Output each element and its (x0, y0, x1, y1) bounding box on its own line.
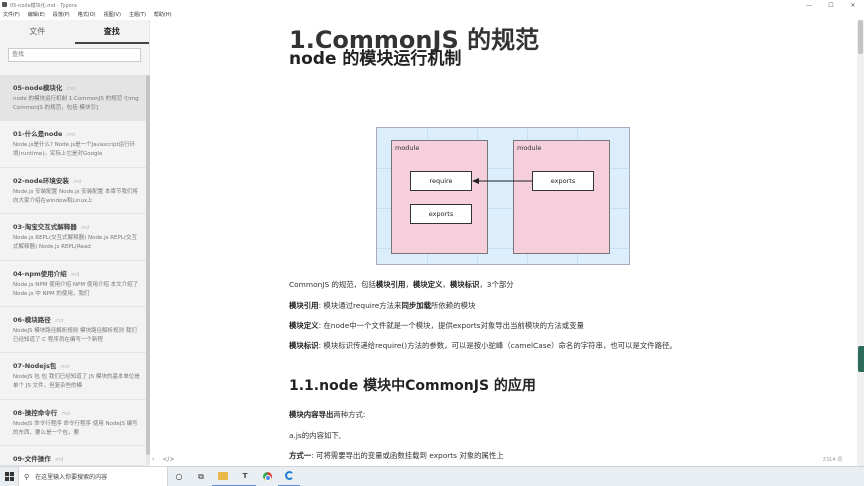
arrow-exports-to-require (472, 178, 532, 184)
menu-help[interactable]: 帮助(H) (151, 10, 172, 20)
paragraph-method-one: 方式一: 可将需要导出的变量或函数挂载到 exports 对象的属性上 (289, 451, 504, 460)
editor-area[interactable]: node 的模块运行机制 1.CommonJS 的规范 module modul… (151, 20, 856, 466)
cortana-icon[interactable]: ○ (168, 467, 190, 486)
menu-format[interactable]: 格式(O) (75, 10, 96, 20)
file-name: 03-淘宝交互式解释器 (13, 223, 77, 232)
sidebar-tabs: 文件 查找 (0, 20, 149, 44)
file-name: 01-什么是node (13, 130, 63, 139)
menu-edit[interactable]: 编辑(E) (25, 10, 45, 20)
file-name: 05-node模块化 (13, 84, 63, 92)
editor-scroll-thumb[interactable] (858, 20, 863, 54)
sidebar: 文件 查找 查找 05-node模块化 .md node 的模块运行机制 1.Co… (0, 20, 150, 467)
close-button[interactable]: ✕ (842, 0, 864, 10)
menu-theme[interactable]: 主题(T) (126, 10, 146, 20)
file-ext: .md (65, 132, 76, 139)
file-ext: .md (65, 86, 76, 92)
file-ext: .md (79, 225, 90, 232)
file-preview: node 的模块运行机制 1.CommonJS 的规范 ![img Common… (13, 96, 139, 111)
module-diagram: module module require exports exports (376, 127, 630, 265)
sidebar-scroll-thumb[interactable] (146, 75, 150, 455)
task-view-icon[interactable]: ⧉ (190, 467, 212, 486)
windows-start-icon[interactable] (0, 467, 18, 486)
typora-taskbar-icon[interactable]: T (234, 467, 256, 486)
file-item[interactable]: 06-模块路径 .md NodeJS 模块路径解析规则 模块路径解析规则 我们已经… (0, 307, 146, 354)
file-explorer-icon[interactable] (212, 467, 234, 486)
taskbar-search-input[interactable]: ⚲ 在这里输入你要搜索的内容 (18, 466, 168, 486)
search-icon: ⚲ (24, 472, 30, 481)
paragraph-module-identifier: 模块标识: 模块标识传递给require()方法的参数，可以是按小驼峰（came… (289, 341, 677, 350)
editor-scrollbar[interactable] (857, 20, 864, 466)
file-ext: .md (69, 271, 80, 278)
left-exports-box: exports (410, 204, 472, 224)
file-item[interactable]: 02-node环境安装 .md Node.js 安装配置 Node.js 安装配置… (0, 168, 146, 215)
file-ext: .md (60, 410, 70, 417)
file-preview: Node.js REPL(交互式解释器) Node.js REPL(交互式解释器… (13, 235, 138, 251)
right-exports-box: exports (532, 171, 594, 191)
sidebar-search-input[interactable]: 查找 (8, 48, 141, 62)
menu-bar: 文件(F) 编辑(E) 段落(P) 格式(O) 视图(V) 主题(T) 帮助(H… (0, 10, 864, 20)
menu-file[interactable]: 文件(F) (0, 10, 20, 20)
file-ext: .md (53, 457, 64, 464)
chrome-icon[interactable] (256, 467, 278, 486)
tab-files[interactable]: 文件 (0, 20, 75, 44)
floating-widget-tab[interactable] (858, 346, 864, 372)
file-name: 04-npm使用介绍 (13, 269, 67, 278)
toggle-sidebar-icon[interactable]: ‹ (152, 456, 154, 463)
doc-heading-1: node 的模块运行机制 (289, 49, 462, 69)
doc-heading-commonjs-app: 1.1.node 模块中CommonJS 的应用 (289, 378, 536, 394)
paragraph-a-js: a.js的内容如下, (289, 431, 342, 440)
left-module-box: module (391, 140, 488, 254)
file-list: 05-node模块化 .md node 的模块运行机制 1.CommonJS 的规… (0, 75, 146, 467)
right-module-box: module (513, 140, 610, 254)
file-item[interactable]: 07-Nodejs包 .md NodeJS 包 包 我们已经知道了 JS 模块的基… (0, 353, 146, 400)
tab-search[interactable]: 查找 (74, 20, 149, 44)
file-item[interactable]: 03-淘宝交互式解释器 .md Node.js REPL(交互式解释器) Node… (0, 214, 146, 261)
file-ext: .md (59, 364, 69, 371)
file-item[interactable]: 09-文件操作 .md (0, 446, 146, 467)
file-ext: .md (71, 178, 82, 185)
menu-view[interactable]: 视图(V) (101, 10, 121, 20)
paragraph-export-methods: 模块内容导出两种方式: (289, 410, 366, 419)
require-box: require (410, 171, 472, 191)
file-preview: Node.js NPM 使用介绍 NPM 使用介绍 本文介绍了 Node.js … (13, 281, 139, 297)
file-item[interactable]: 08-操控命令行 .md NodeJS 命令行程序 命令行程序 使用 NodeJS… (0, 400, 146, 447)
file-preview: NodeJS 包 包 我们已经知道了 JS 模块的基本单位是单个 JS 文件，但… (13, 374, 140, 390)
edge-icon[interactable] (278, 467, 300, 486)
window-controls: — ☐ ✕ (798, 0, 864, 10)
word-count[interactable]: 2314 词 (823, 456, 842, 463)
file-item[interactable]: 01-什么是node .md Node.js是什么? Node.js是一个Java… (0, 121, 146, 168)
file-name: 08-操控命令行 (13, 408, 58, 417)
taskbar: ⚲ 在这里输入你要搜索的内容 ○ ⧉ T (0, 466, 864, 486)
file-ext: .md (53, 317, 64, 324)
maximize-button[interactable]: ☐ (820, 0, 842, 10)
file-item[interactable]: 05-node模块化 .md node 的模块运行机制 1.CommonJS 的规… (0, 75, 146, 122)
file-name: 06-模块路径 (13, 315, 51, 324)
paragraph-module-definition: 模块定义: 在node中一个文件就是一个模块，提供exports对象导出当前模块… (289, 321, 584, 330)
document-content: node 的模块运行机制 1.CommonJS 的规范 module modul… (289, 20, 719, 460)
file-preview: Node.js 安装配置 Node.js 安装配置 本章节我们将向大家介绍在wi… (13, 188, 138, 204)
window-title: 05-node模块化.md - Typora (10, 2, 77, 9)
file-preview: Node.js是什么? Node.js是一个Javascript运行环境(run… (13, 142, 136, 158)
file-name: 09-文件操作 (13, 455, 51, 464)
left-module-label: module (395, 144, 420, 152)
file-preview: NodeJS 模块路径解析规则 模块路径解析规则 我们已经知道了 C 程序员在编… (13, 327, 137, 343)
right-module-label: module (517, 144, 542, 152)
typora-app-icon (2, 2, 7, 7)
menu-paragraph[interactable]: 段落(P) (50, 10, 70, 20)
title-bar: 05-node模块化.md - Typora — ☐ ✕ (0, 0, 864, 10)
sidebar-scrollbar[interactable] (146, 75, 150, 465)
file-name: 02-node环境安装 (13, 176, 69, 185)
minimize-button[interactable]: — (798, 0, 820, 10)
paragraph-module-reference: 模块引用: 模块通过require方法来同步加载所依赖的模块 (289, 301, 476, 310)
file-preview: NodeJS 命令行程序 命令行程序 使用 NodeJS 编写的东西，要么是一个… (13, 420, 138, 436)
file-item[interactable]: 04-npm使用介绍 .md Node.js NPM 使用介绍 NPM 使用介绍 … (0, 261, 146, 307)
file-name: 07-Nodejs包 (13, 362, 57, 371)
taskbar-search-placeholder: 在这里输入你要搜索的内容 (35, 474, 108, 481)
paragraph-commonjs-spec: CommonJS 的规范，包括模块引用，模块定义，模块标识，3个部分 (289, 280, 514, 289)
status-bar-left: ‹ </> (152, 456, 182, 463)
source-mode-icon[interactable]: </> (162, 456, 174, 463)
